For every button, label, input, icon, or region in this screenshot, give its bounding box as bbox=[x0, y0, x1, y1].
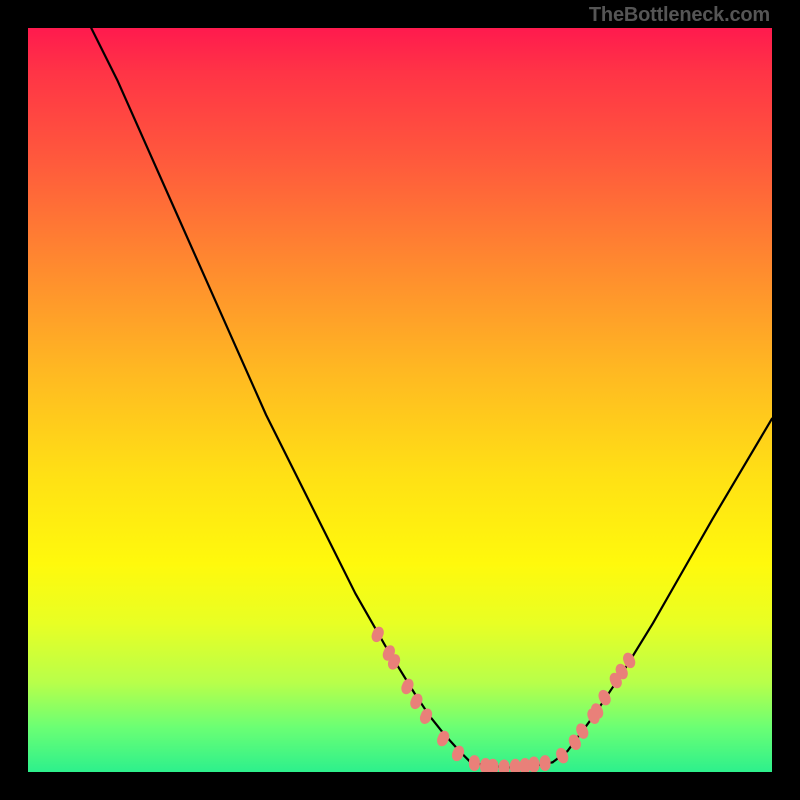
plot-area bbox=[28, 28, 772, 772]
marker-dot bbox=[510, 759, 521, 772]
marker-dot bbox=[499, 760, 510, 772]
series-right-curve bbox=[553, 419, 772, 763]
marker-dot bbox=[418, 707, 434, 726]
curve-paths bbox=[91, 28, 772, 768]
marker-dot bbox=[450, 744, 466, 763]
marker-dot bbox=[528, 757, 539, 772]
watermark-text: TheBottleneck.com bbox=[589, 4, 770, 27]
marker-dots bbox=[370, 625, 638, 772]
chart-root: TheBottleneck.com bbox=[0, 0, 800, 800]
marker-dot bbox=[435, 729, 451, 748]
marker-dot bbox=[540, 755, 551, 771]
marker-dot bbox=[408, 692, 424, 711]
marker-dot bbox=[469, 755, 480, 771]
series-left-curve bbox=[91, 28, 470, 762]
curve-layer bbox=[28, 28, 772, 772]
